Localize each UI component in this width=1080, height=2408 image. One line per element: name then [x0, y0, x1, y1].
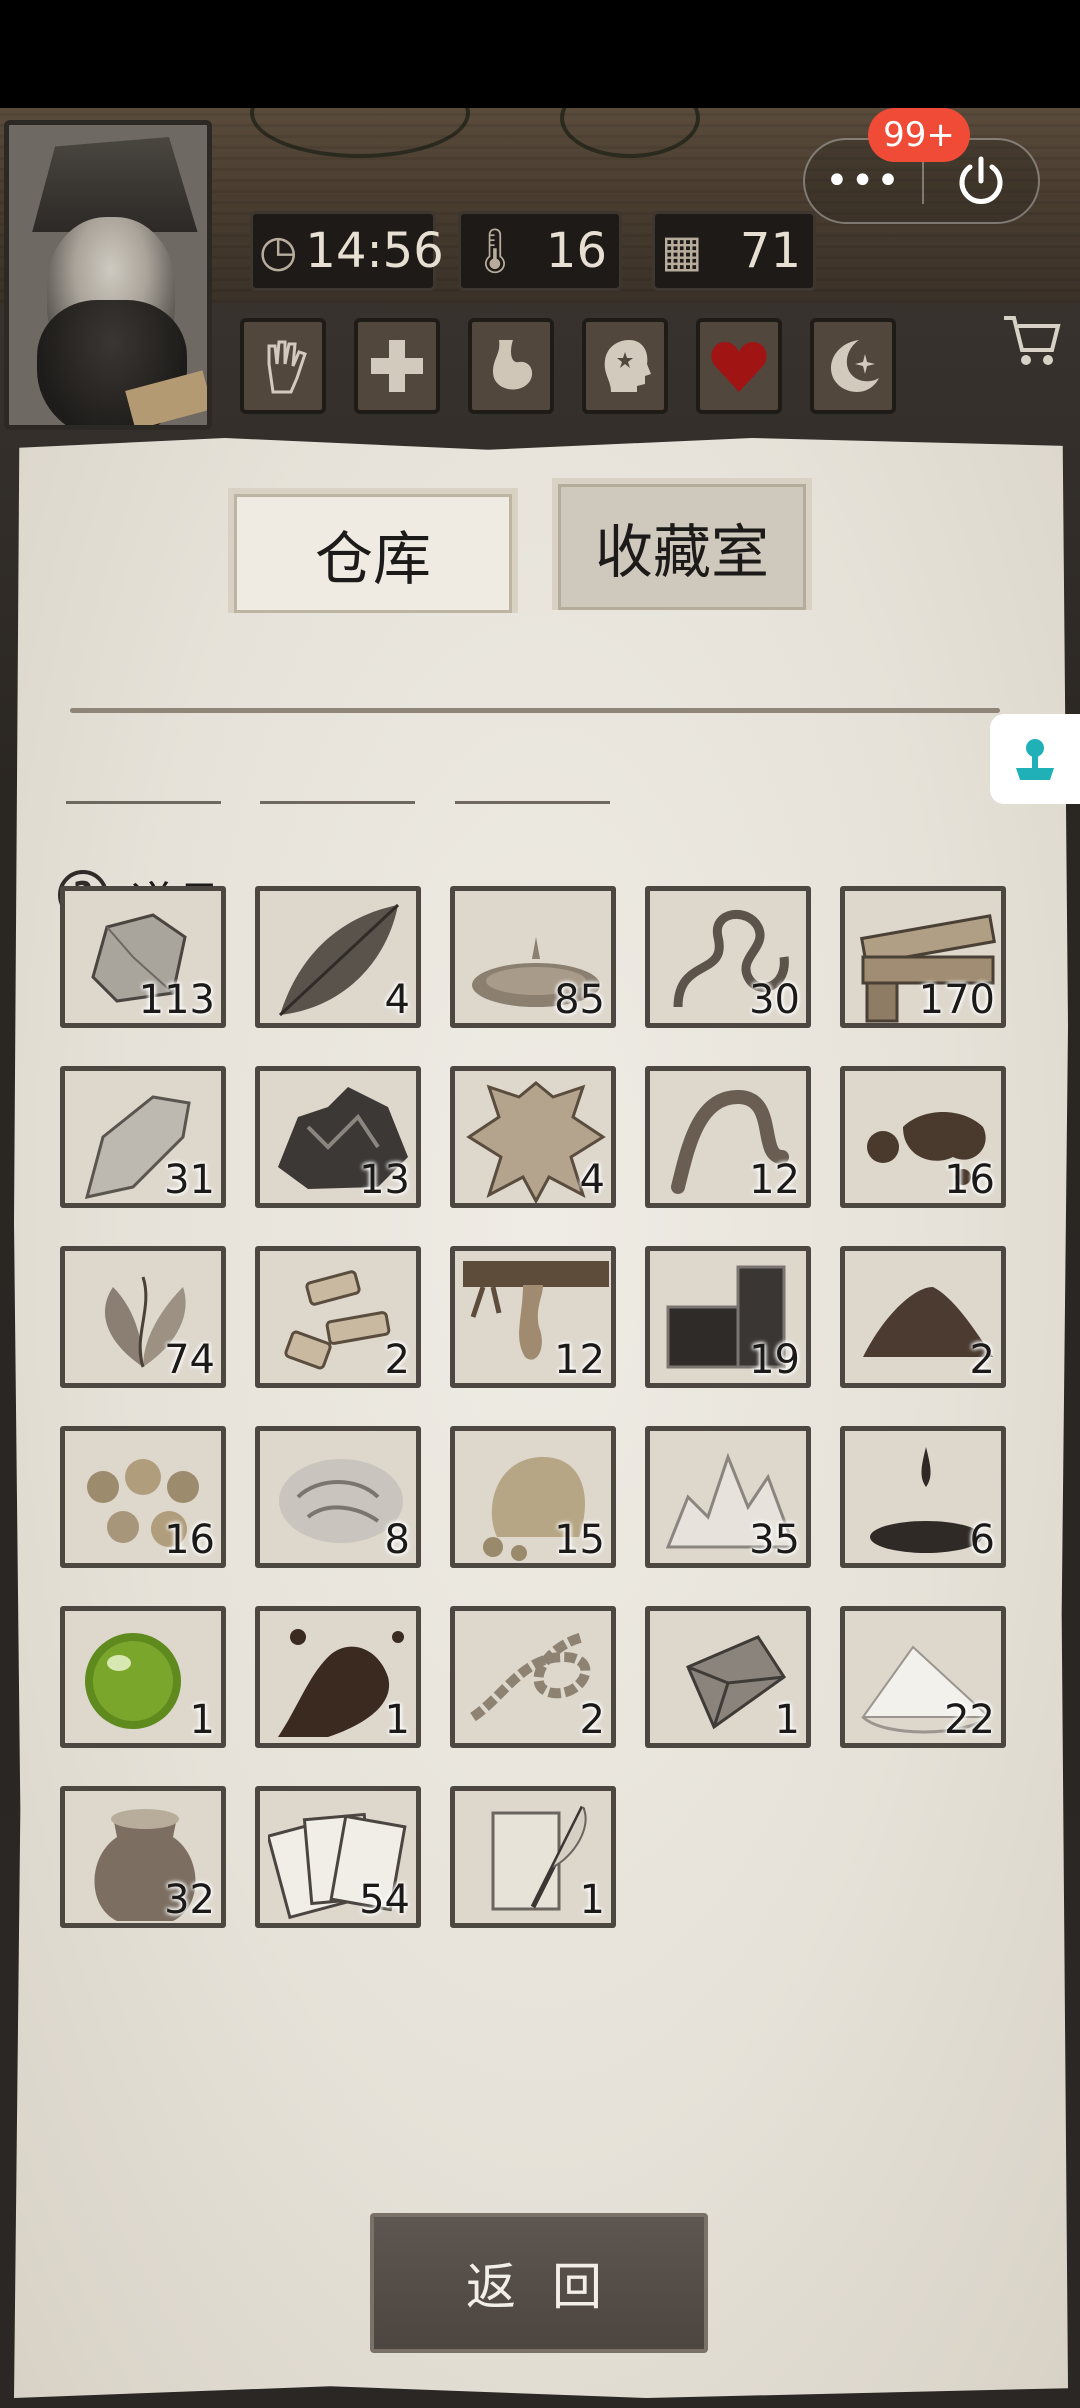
hand-icon[interactable] — [240, 318, 326, 414]
status-bar — [0, 0, 1080, 108]
item-count: 8 — [384, 1517, 410, 1563]
filter-slot[interactable] — [260, 801, 415, 804]
item-count: 1 — [384, 1697, 410, 1743]
floating-assistant-button[interactable] — [990, 714, 1080, 804]
shop-cart-icon[interactable] — [1000, 308, 1064, 372]
item-slot-resin[interactable]: 12 — [450, 1246, 616, 1388]
item-count: 113 — [138, 977, 215, 1023]
item-count: 32 — [164, 1877, 215, 1923]
item-slot-vine[interactable]: 30 — [645, 886, 811, 1028]
item-count: 1 — [774, 1697, 800, 1743]
day-display: ▦ 71 — [652, 211, 816, 291]
clock-icon: ◷ — [259, 225, 298, 277]
item-slot-leaf[interactable]: 4 — [255, 886, 421, 1028]
item-count: 12 — [749, 1157, 800, 1203]
item-slot-metal-pyramid[interactable]: 1 — [645, 1606, 811, 1748]
item-count: 170 — [918, 977, 995, 1023]
joystick-icon — [1016, 739, 1054, 780]
item-slot-oil[interactable]: 6 — [840, 1426, 1006, 1568]
item-count: 4 — [384, 977, 410, 1023]
stomach-icon[interactable] — [468, 318, 554, 414]
health-cross-icon[interactable] — [354, 318, 440, 414]
item-count: 1 — [579, 1877, 605, 1923]
item-slot-scroll-quill[interactable]: 1 — [450, 1786, 616, 1928]
item-count: 74 — [164, 1337, 215, 1383]
tab-collection[interactable]: 收藏室 — [552, 478, 812, 610]
tab-underline — [70, 708, 1000, 713]
item-slot-soil[interactable]: 2 — [840, 1246, 1006, 1388]
item-slot-flint[interactable]: 31 — [60, 1066, 226, 1208]
calendar-icon: ▦ — [661, 225, 703, 277]
item-count: 15 — [554, 1517, 605, 1563]
moon-icon[interactable] — [810, 318, 896, 414]
filter-slot[interactable] — [455, 801, 610, 804]
item-count: 16 — [944, 1157, 995, 1203]
item-count: 16 — [164, 1517, 215, 1563]
heart-icon[interactable] — [696, 318, 782, 414]
game-screen: ◷ 14:56 🌡 16 ▦ 71 ••• 99+ 仓库 收藏室 113 4 8… — [0, 108, 1080, 2408]
temperature-value: 16 — [545, 223, 607, 279]
item-slot-animal-hide[interactable]: 4 — [450, 1066, 616, 1208]
item-count: 12 — [554, 1337, 605, 1383]
item-count: 54 — [359, 1877, 410, 1923]
more-options-button[interactable]: ••• — [805, 158, 922, 204]
item-count: 13 — [359, 1157, 410, 1203]
item-slot-worm[interactable]: 12 — [645, 1066, 811, 1208]
item-slot-rope[interactable]: 2 — [450, 1606, 616, 1748]
back-button[interactable]: 返 回 — [370, 2213, 708, 2353]
item-slot-water[interactable]: 85 — [450, 886, 616, 1028]
item-slot-coal[interactable]: 19 — [645, 1246, 811, 1388]
item-count: 19 — [749, 1337, 800, 1383]
item-slot-playing-cards[interactable]: 54 — [255, 1786, 421, 1928]
item-slot-iron-ore[interactable]: 13 — [255, 1066, 421, 1208]
item-slot-dark-splash[interactable]: 1 — [255, 1606, 421, 1748]
filter-slot[interactable] — [66, 801, 221, 804]
character-portrait[interactable] — [4, 120, 212, 430]
day-value: 71 — [739, 223, 801, 279]
item-count: 4 — [579, 1157, 605, 1203]
notification-badge: 99+ — [868, 108, 970, 162]
mind-icon[interactable] — [582, 318, 668, 414]
tab-warehouse[interactable]: 仓库 — [228, 488, 518, 613]
item-count: 2 — [969, 1337, 995, 1383]
power-icon — [959, 156, 1003, 204]
item-count: 30 — [749, 977, 800, 1023]
item-count: 2 — [579, 1697, 605, 1743]
temperature-display: 🌡 16 — [458, 211, 622, 291]
item-slot-clay-lump[interactable]: 15 — [450, 1426, 616, 1568]
item-slot-flour-pile[interactable]: 22 — [840, 1606, 1006, 1748]
item-slot-gold-nuggets[interactable]: 16 — [60, 1426, 226, 1568]
inventory-panel — [14, 438, 1068, 2398]
item-slot-green-orb[interactable]: 1 — [60, 1606, 226, 1748]
item-slot-stone[interactable]: 113 — [60, 886, 226, 1028]
item-count: 1 — [189, 1697, 215, 1743]
time-display: ◷ 14:56 — [250, 211, 444, 291]
item-count: 22 — [944, 1697, 995, 1743]
item-count: 6 — [969, 1517, 995, 1563]
item-count: 2 — [384, 1337, 410, 1383]
thermometer-icon: 🌡 — [467, 226, 523, 277]
time-value: 14:56 — [305, 223, 444, 279]
item-count: 85 — [554, 977, 605, 1023]
item-slot-wool[interactable]: 8 — [255, 1426, 421, 1568]
item-slot-herb[interactable]: 74 — [60, 1246, 226, 1388]
item-slot-mud[interactable]: 16 — [840, 1066, 1006, 1208]
item-slot-salt-crystals[interactable]: 35 — [645, 1426, 811, 1568]
item-count: 35 — [749, 1517, 800, 1563]
item-slot-grain-sack[interactable]: 32 — [60, 1786, 226, 1928]
item-slot-bone-pieces[interactable]: 2 — [255, 1246, 421, 1388]
item-count: 31 — [164, 1157, 215, 1203]
item-slot-wood-planks[interactable]: 170 — [840, 886, 1006, 1028]
